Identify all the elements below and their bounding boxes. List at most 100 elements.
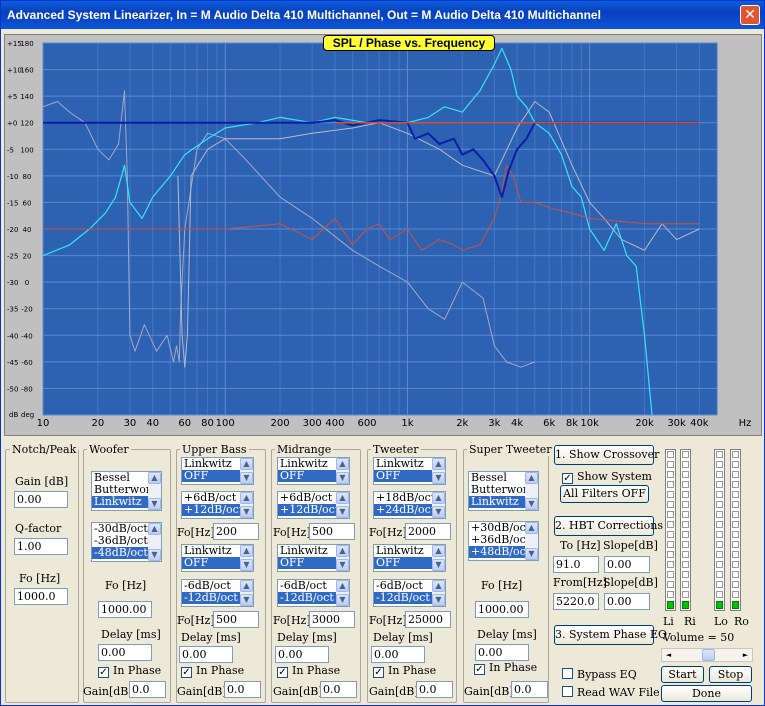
tweeter-hp-type-list[interactable]: Linkwitz OFF ▲ ▼	[373, 457, 446, 485]
scroll-down-icon[interactable]: ▼	[525, 548, 538, 560]
checkbox-box-icon[interactable]	[562, 686, 573, 697]
upperbass-gain-field[interactable]: 0.0	[224, 681, 261, 698]
supertweeter-fo-field[interactable]: 1000.00	[475, 601, 529, 618]
scroll-up-icon[interactable]: ▲	[432, 580, 445, 592]
scroll-up-icon[interactable]: ▲	[525, 522, 538, 534]
hbt-corrections-button[interactable]: 2. HBT Corrections	[554, 516, 663, 536]
woofer-inphase-checkbox[interactable]: ✓ In Phase	[98, 664, 161, 678]
scrollbar[interactable]: ▲ ▼	[240, 492, 253, 518]
slope-field-1[interactable]: 0.00	[604, 556, 650, 573]
scrollbar[interactable]: ▲ ▼	[148, 472, 161, 510]
upperbass-hp-slope-list[interactable]: +6dB/oct +12dB/oct ▲ ▼	[181, 491, 254, 519]
woofer-delay-field[interactable]: 0.00	[98, 644, 152, 661]
supertweeter-gain-field[interactable]: 0.0	[511, 681, 548, 698]
midrange-lp-slope-list[interactable]: -6dB/oct -12dB/oct ▲ ▼	[277, 579, 350, 607]
scrollbar[interactable]: ▲ ▼	[240, 458, 253, 484]
scroll-up-icon[interactable]: ▲	[432, 458, 445, 470]
scroll-up-icon[interactable]: ▲	[240, 545, 253, 557]
tweeter-delay-field[interactable]: 0.00	[371, 646, 425, 663]
midrange-hp-slope-list[interactable]: +6dB/oct +12dB/oct ▲ ▼	[277, 491, 350, 519]
midrange-lp-fo-field[interactable]: 3000	[309, 611, 355, 628]
scroll-up-icon[interactable]: ▲	[240, 580, 253, 592]
supertweeter-type-list[interactable]: Bessel Butterwort Linkwitz ▲ ▼	[468, 471, 539, 511]
supertweeter-slope-list[interactable]: +30dB/oct +36dB/oct +48dB/oct ▲ ▼	[468, 521, 539, 561]
check-icon[interactable]: ✓	[277, 667, 288, 678]
scrollbar[interactable]: ▲ ▼	[525, 472, 538, 510]
scrollbar[interactable]: ▲ ▼	[148, 523, 161, 561]
scrollbar[interactable]: ▲ ▼	[336, 545, 349, 571]
slider-right-icon[interactable]: ►	[739, 649, 752, 661]
midrange-lp-type-list[interactable]: Linkwitz OFF ▲ ▼	[277, 544, 350, 572]
scroll-up-icon[interactable]: ▲	[336, 545, 349, 557]
tweeter-lp-type-list[interactable]: Linkwitz OFF ▲ ▼	[373, 544, 446, 572]
scroll-down-icon[interactable]: ▼	[240, 472, 253, 484]
upperbass-inphase-checkbox[interactable]: ✓ In Phase	[181, 664, 244, 678]
upperbass-hp-fo-field[interactable]: 200	[213, 523, 259, 540]
scroll-up-icon[interactable]: ▲	[336, 580, 349, 592]
scroll-down-icon[interactable]: ▼	[148, 549, 161, 561]
tweeter-hp-slope-list[interactable]: +18dB/oct +24dB/oct ▲ ▼	[373, 491, 446, 519]
scroll-down-icon[interactable]: ▼	[432, 506, 445, 518]
upperbass-lp-fo-field[interactable]: 500	[213, 611, 259, 628]
scroll-up-icon[interactable]: ▲	[336, 492, 349, 504]
scroll-up-icon[interactable]: ▲	[432, 545, 445, 557]
supertweeter-delay-field[interactable]: 0.00	[475, 644, 529, 661]
scroll-down-icon[interactable]: ▼	[148, 498, 161, 510]
scrollbar[interactable]: ▲ ▼	[240, 580, 253, 606]
tweeter-lp-fo-field[interactable]: 25000	[405, 611, 451, 628]
slope-field-2[interactable]: 0.00	[604, 593, 650, 610]
scroll-up-icon[interactable]: ▲	[240, 458, 253, 470]
show-crossover-button[interactable]: 1. Show Crossover	[554, 445, 659, 465]
supertweeter-inphase-checkbox[interactable]: ✓ In Phase	[474, 661, 537, 675]
show-system-checkbox[interactable]: ✓ Show System	[562, 470, 652, 484]
midrange-inphase-checkbox[interactable]: ✓ In Phase	[277, 664, 340, 678]
scroll-up-icon[interactable]: ▲	[525, 472, 538, 484]
scrollbar[interactable]: ▲ ▼	[336, 580, 349, 606]
scrollbar[interactable]: ▲ ▼	[336, 492, 349, 518]
scrollbar[interactable]: ▲ ▼	[525, 522, 538, 560]
scroll-down-icon[interactable]: ▼	[525, 498, 538, 510]
tweeter-gain-field[interactable]: 0.0	[416, 681, 453, 698]
scroll-down-icon[interactable]: ▼	[240, 594, 253, 606]
scroll-up-icon[interactable]: ▲	[148, 472, 161, 484]
from-hz-field[interactable]: 5220.0	[553, 593, 599, 610]
scrollbar[interactable]: ▲ ▼	[432, 458, 445, 484]
all-filters-off-button[interactable]: All Filters OFF	[560, 485, 649, 503]
scroll-down-icon[interactable]: ▼	[336, 506, 349, 518]
scroll-up-icon[interactable]: ▲	[148, 523, 161, 535]
tweeter-hp-fo-field[interactable]: 2000	[405, 523, 451, 540]
scroll-up-icon[interactable]: ▲	[240, 492, 253, 504]
done-button[interactable]: Done	[661, 685, 752, 702]
volume-slider[interactable]: ◄ ►	[661, 648, 753, 662]
woofer-type-list[interactable]: Bessel Butterwort Linkwitz ▲ ▼	[91, 471, 162, 511]
scroll-down-icon[interactable]: ▼	[240, 559, 253, 571]
check-icon[interactable]: ✓	[181, 667, 192, 678]
spl-phase-plot[interactable]: +15+10+5+0-5-10-15-20-25-30-35-40-45-501…	[5, 35, 761, 435]
woofer-slope-list[interactable]: -30dB/oct -36dB/oct -48dB/oct ▲ ▼	[91, 522, 162, 562]
bypass-eq-checkbox[interactable]: Bypass EQ	[562, 668, 637, 681]
system-phase-eq-button[interactable]: 3. System Phase EQ	[554, 625, 667, 645]
upperbass-lp-slope-list[interactable]: -6dB/oct -12dB/oct ▲ ▼	[181, 579, 254, 607]
close-button[interactable]: ✕	[740, 5, 760, 25]
midrange-gain-field[interactable]: 0.0	[320, 681, 357, 698]
scroll-down-icon[interactable]: ▼	[336, 559, 349, 571]
to-hz-field[interactable]: 91.0	[553, 556, 599, 573]
upperbass-hp-type-list[interactable]: Linkwitz OFF ▲ ▼	[181, 457, 254, 485]
slider-thumb[interactable]	[702, 649, 715, 661]
check-icon[interactable]: ✓	[373, 667, 384, 678]
woofer-gain-field[interactable]: 0.0	[129, 681, 166, 698]
check-icon[interactable]: ✓	[562, 473, 573, 484]
scroll-down-icon[interactable]: ▼	[432, 472, 445, 484]
scroll-down-icon[interactable]: ▼	[432, 594, 445, 606]
notch-fo-field[interactable]: 1000.0	[14, 588, 68, 605]
scroll-down-icon[interactable]: ▼	[432, 559, 445, 571]
notch-q-field[interactable]: 1.00	[14, 538, 68, 555]
midrange-delay-field[interactable]: 0.00	[275, 646, 329, 663]
scrollbar[interactable]: ▲ ▼	[240, 545, 253, 571]
scrollbar[interactable]: ▲ ▼	[336, 458, 349, 484]
midrange-hp-fo-field[interactable]: 500	[309, 523, 355, 540]
checkbox-box-icon[interactable]	[562, 668, 573, 679]
woofer-fo-field[interactable]: 1000.00	[98, 601, 152, 618]
scrollbar[interactable]: ▲ ▼	[432, 492, 445, 518]
check-icon[interactable]: ✓	[474, 664, 485, 675]
